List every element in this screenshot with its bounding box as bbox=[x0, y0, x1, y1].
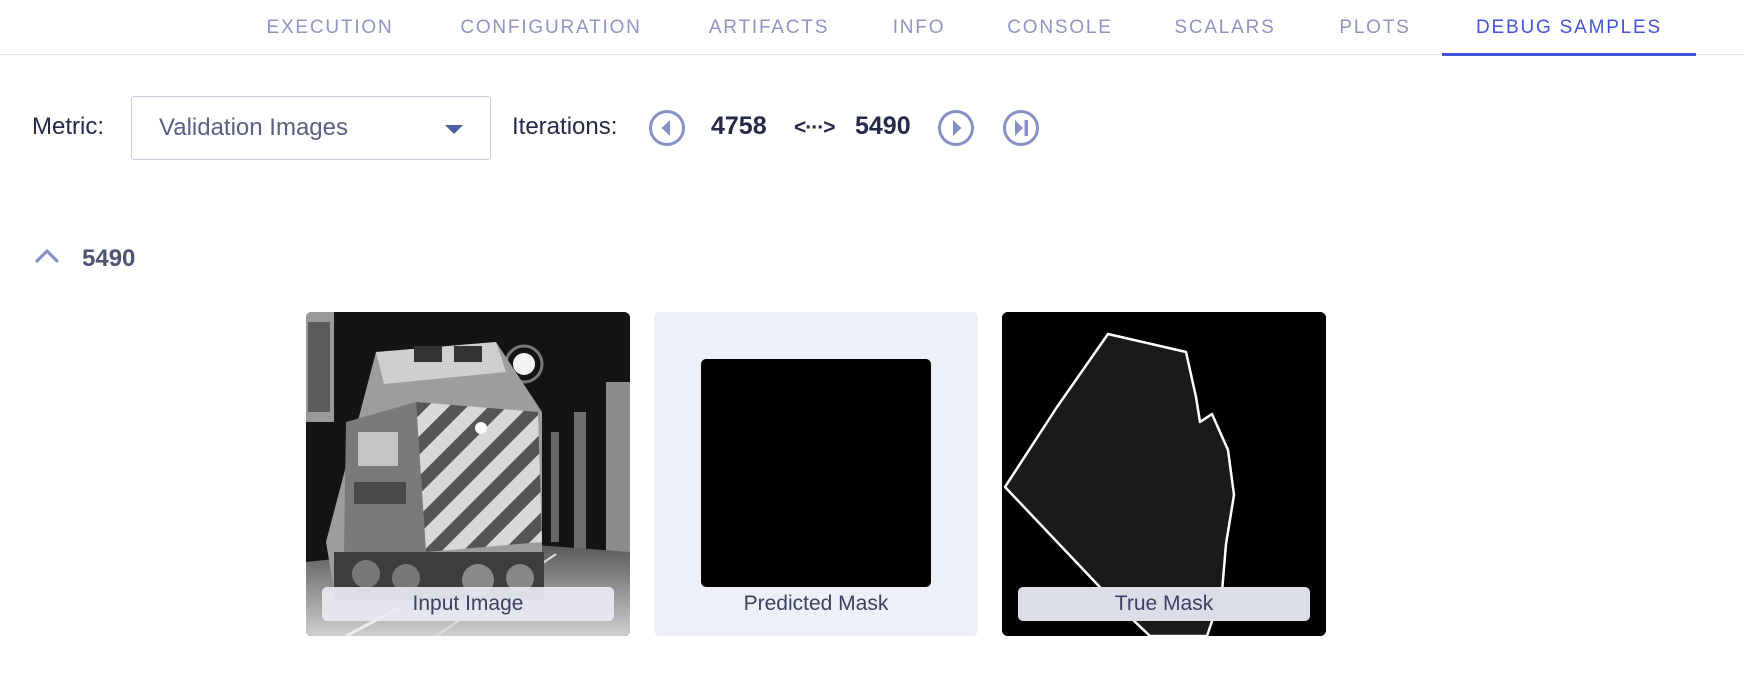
sample-card-input-image[interactable]: Input Image bbox=[306, 312, 630, 636]
chevron-down-icon bbox=[445, 125, 463, 134]
sample-caption: Predicted Mask bbox=[743, 592, 889, 615]
tab-info[interactable]: INFO bbox=[882, 0, 956, 55]
tab-execution[interactable]: EXECUTION bbox=[256, 0, 404, 55]
tab-scalars[interactable]: SCALARS bbox=[1164, 0, 1286, 55]
tab-console[interactable]: CONSOLE bbox=[998, 0, 1122, 55]
iteration-group-title: 5490 bbox=[82, 245, 136, 272]
last-iteration-icon bbox=[1003, 110, 1039, 146]
sample-card-true-mask[interactable]: True Mask bbox=[1002, 312, 1326, 636]
range-arrows-icon: <···> bbox=[794, 116, 836, 139]
iteration-from: 4758 bbox=[711, 112, 767, 140]
sample-card-predicted-mask[interactable]: Predicted Mask bbox=[654, 312, 978, 636]
metric-select-value: Validation Images bbox=[159, 114, 348, 141]
tab-debug-samples[interactable]: DEBUG SAMPLES bbox=[1442, 0, 1696, 56]
next-iteration-button[interactable] bbox=[937, 109, 975, 147]
iteration-to: 5490 bbox=[855, 112, 911, 140]
tab-bar: EXECUTION CONFIGURATION ARTIFACTS INFO C… bbox=[0, 0, 1744, 56]
last-iteration-button[interactable] bbox=[1002, 109, 1040, 147]
metric-label: Metric: bbox=[32, 113, 104, 140]
previous-iteration-button[interactable] bbox=[648, 109, 686, 147]
sample-caption: Input Image bbox=[322, 587, 614, 621]
sample-caption: True Mask bbox=[1018, 587, 1310, 621]
previous-circle-icon bbox=[649, 110, 685, 146]
tab-artifacts[interactable]: ARTIFACTS bbox=[698, 0, 840, 55]
iterations-label: Iterations: bbox=[512, 113, 618, 140]
next-circle-icon bbox=[938, 110, 974, 146]
tab-plots[interactable]: PLOTS bbox=[1328, 0, 1422, 55]
chevron-up-icon[interactable] bbox=[34, 246, 60, 266]
tab-configuration[interactable]: CONFIGURATION bbox=[446, 0, 656, 55]
metric-select[interactable]: Validation Images bbox=[131, 96, 491, 160]
